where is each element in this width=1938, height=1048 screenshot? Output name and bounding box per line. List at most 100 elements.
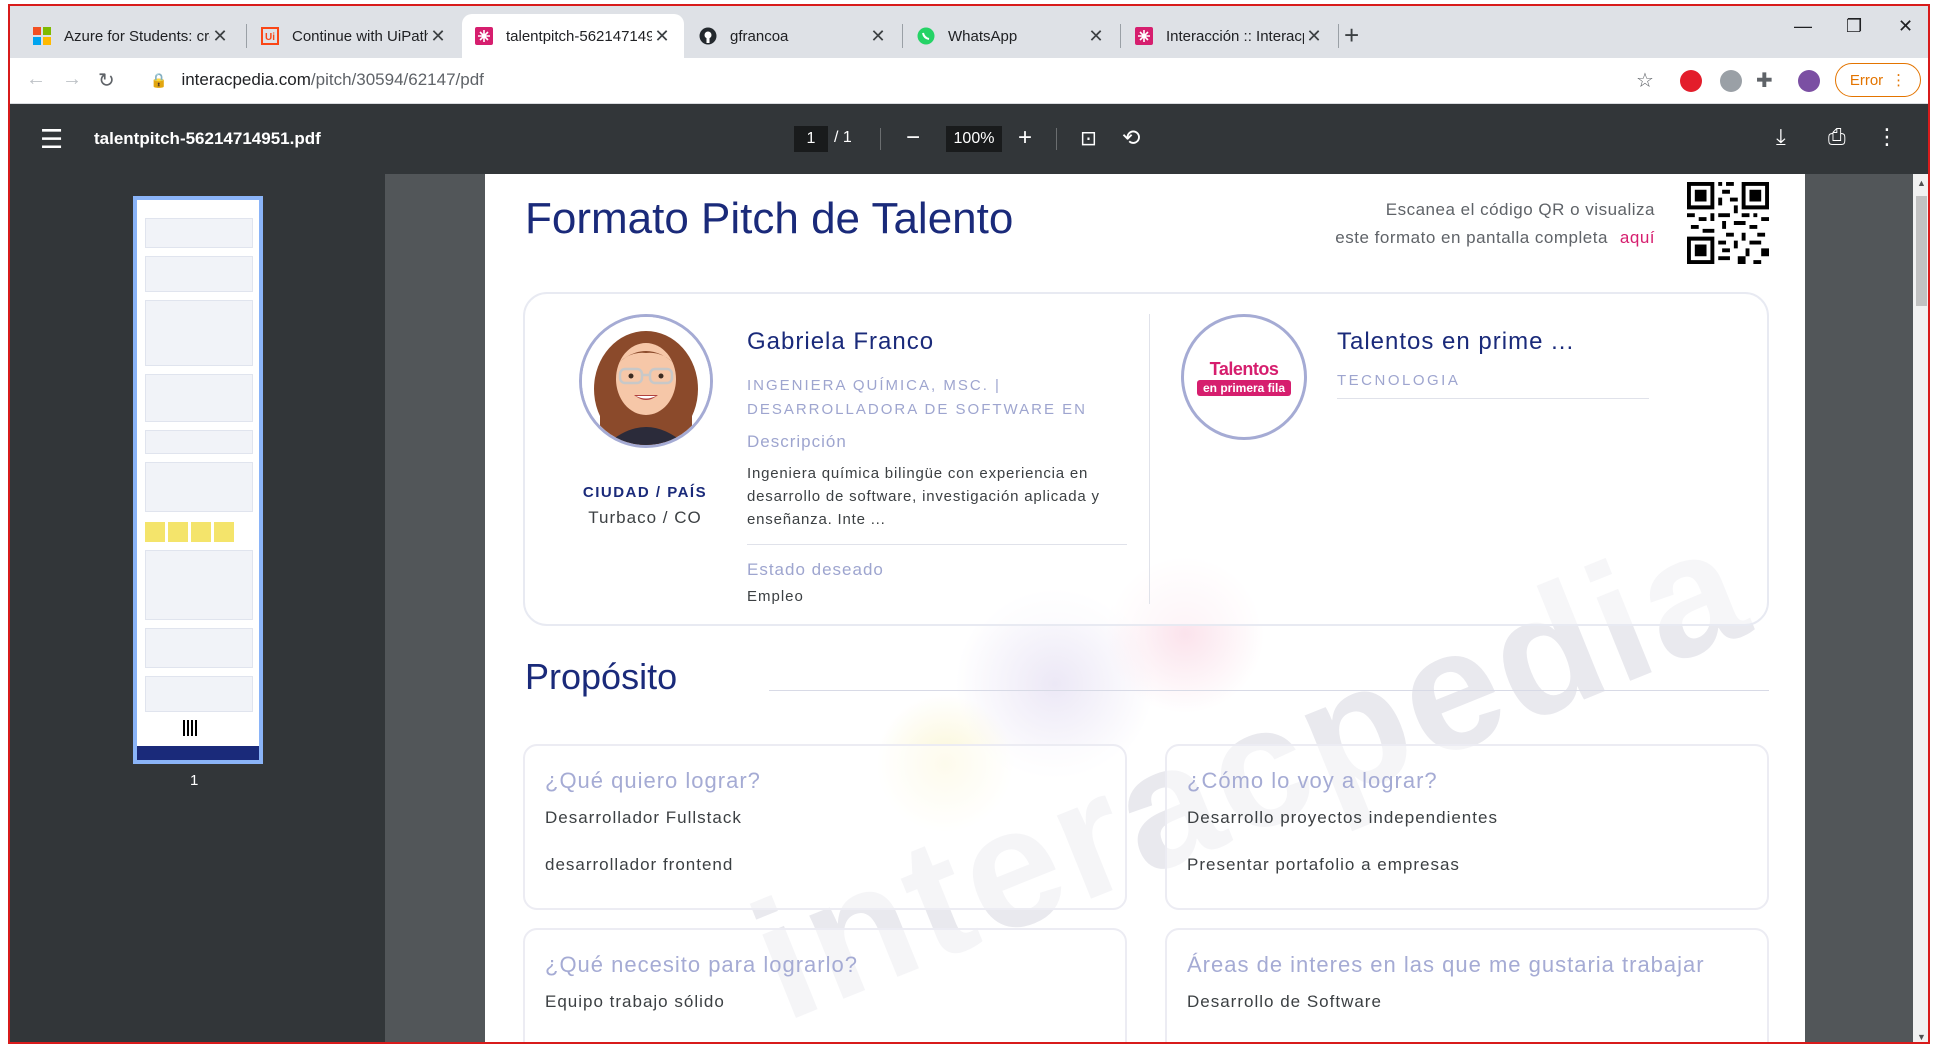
page-thumbnail[interactable] <box>133 196 263 764</box>
card-value: Desarrollador Fullstack <box>545 808 742 827</box>
pdf-toolbar: ☰ talentpitch-56214714951.pdf 1 / 1 − 10… <box>10 104 1928 174</box>
tab-title: Azure for Students: crédito d <box>64 27 210 45</box>
city-value: Turbaco / CO <box>588 508 702 527</box>
tab-interacpedia[interactable]: Interacción :: Interacpedia ✕ <box>1122 14 1336 58</box>
svg-text:Ui: Ui <box>265 32 275 43</box>
thumb-block <box>145 628 253 668</box>
zoom-out-icon[interactable]: − <box>906 124 920 152</box>
toolbar-divider <box>1056 128 1057 150</box>
extensions-puzzle-icon[interactable]: ✚ <box>1756 68 1773 93</box>
print-icon[interactable]: ⎙ <box>1828 124 1846 150</box>
divider <box>1337 398 1649 399</box>
close-tab-icon[interactable]: ✕ <box>652 26 672 47</box>
purpose-heading: Propósito <box>525 656 678 697</box>
rotate-icon[interactable]: ⟲ <box>1122 125 1140 151</box>
lock-icon: 🔒 <box>150 71 168 88</box>
tab-whatsapp[interactable]: WhatsApp ✕ <box>904 14 1118 58</box>
needs-card: ¿Qué necesito para lograrlo? Equipo trab… <box>523 928 1127 1042</box>
reload-icon[interactable]: ↻ <box>98 68 115 93</box>
interests-card: Áreas de interes en las que me gustaria … <box>1165 928 1769 1042</box>
interacpedia-icon <box>474 26 494 46</box>
pdf-viewer[interactable]: interacpedia Formato Pitch de Talento Es… <box>385 174 1915 1042</box>
profile-card: CIUDAD / PAÍS Turbaco / CO Gabriela Fran… <box>523 292 1769 626</box>
whatsapp-icon <box>916 26 936 46</box>
hamburger-menu-icon[interactable]: ☰ <box>40 124 63 155</box>
bookmark-star-icon[interactable]: ☆ <box>1636 68 1654 93</box>
close-tab-icon[interactable]: ✕ <box>428 26 448 47</box>
tab-uipath[interactable]: Ui Continue with UiPath ✕ <box>248 14 460 58</box>
more-options-icon[interactable]: ⋮ <box>1876 124 1898 150</box>
tab-title: Continue with UiPath <box>292 27 428 45</box>
card-value: Desarrollo proyectos independientes <box>1187 808 1498 827</box>
close-tab-icon[interactable]: ✕ <box>868 26 888 47</box>
state-value: Empleo <box>747 588 804 605</box>
back-icon[interactable]: ← <box>26 68 46 91</box>
card-title: ¿Qué necesito para lograrlo? <box>545 952 858 977</box>
thumb-sticky <box>214 522 234 542</box>
vertical-scrollbar[interactable]: ▲ ▼ <box>1913 174 1928 1042</box>
tab-strip: Azure for Students: crédito d ✕ Ui Conti… <box>10 6 1928 58</box>
kebab-menu-icon: ⋮ <box>1891 72 1907 89</box>
close-tab-icon[interactable]: ✕ <box>210 26 230 47</box>
page-total: / 1 <box>834 129 852 146</box>
card-value: desarrollador frontend <box>545 855 734 874</box>
logo-line1: Talentos <box>1209 358 1279 379</box>
fullscreen-link[interactable]: aquí <box>1620 228 1655 247</box>
thumb-block <box>145 374 253 422</box>
scrollbar-thumb[interactable] <box>1916 196 1927 306</box>
description-label: Descripción <box>747 432 847 451</box>
thumbnail-page-number: 1 <box>190 772 199 789</box>
organization-logo: Talentos en primera fila <box>1181 314 1307 440</box>
scroll-down-icon[interactable]: ▼ <box>1917 1032 1926 1042</box>
zoom-input[interactable]: 100% <box>946 126 1002 152</box>
tab-title: gfrancoa <box>730 27 789 45</box>
close-window-icon[interactable]: ✕ <box>1898 16 1913 37</box>
new-tab-icon[interactable]: + <box>1344 20 1359 51</box>
thumb-sticky <box>191 522 211 542</box>
github-icon <box>698 26 718 46</box>
close-tab-icon[interactable]: ✕ <box>1086 26 1106 47</box>
restore-icon[interactable]: ❐ <box>1846 16 1862 37</box>
tab-github[interactable]: gfrancoa ✕ <box>686 14 900 58</box>
tab-azure[interactable]: Azure for Students: crédito d ✕ <box>20 14 242 58</box>
thumb-sticky <box>145 522 165 542</box>
thumb-block <box>145 430 253 454</box>
minimize-icon[interactable]: — <box>1794 16 1812 37</box>
close-tab-icon[interactable]: ✕ <box>1304 26 1324 47</box>
scroll-up-icon[interactable]: ▲ <box>1917 178 1926 188</box>
opera-icon[interactable] <box>1680 70 1702 92</box>
pdf-page: interacpedia Formato Pitch de Talento Es… <box>485 174 1805 1042</box>
organization-area: TECNOLOGIA <box>1337 372 1461 389</box>
download-icon[interactable]: ⤓ <box>1776 124 1786 150</box>
thumb-footer <box>137 746 259 760</box>
tab-title: talentpitch-56214714951.pdf <box>506 27 652 45</box>
profile-profession: INGENIERA QUÍMICA, MSC. | DESARROLLADORA… <box>747 377 1087 418</box>
tab-talentpitch-pdf[interactable]: talentpitch-56214714951.pdf ✕ <box>462 14 684 58</box>
profile-avatar[interactable] <box>1798 70 1820 92</box>
error-button[interactable]: Error ⋮ <box>1835 63 1921 97</box>
tab-divider <box>246 24 247 48</box>
browser-window: Azure for Students: crédito d ✕ Ui Conti… <box>8 4 1930 1044</box>
thumb-qr <box>183 720 199 736</box>
card-title: ¿Qué quiero lograr? <box>545 768 761 793</box>
vertical-divider <box>1149 314 1150 604</box>
card-value: Presentar portafolio a empresas <box>1187 855 1460 874</box>
card-value: Desarrollo de Software <box>1187 992 1382 1011</box>
thumb-sticky <box>168 522 188 542</box>
logo-line2: en primera fila <box>1196 379 1292 396</box>
divider <box>747 544 1127 545</box>
profile-description: Ingeniera química bilingüe con experienc… <box>747 465 1100 528</box>
address-bar[interactable]: 🔒 interacpedia.com/pitch/30594/62147/pdf <box>150 62 1650 98</box>
fit-page-icon[interactable]: ⊡ <box>1080 126 1097 151</box>
state-label: Estado deseado <box>747 560 884 579</box>
qr-text-line1: Escanea el código QR o visualiza <box>1385 200 1655 219</box>
zoom-in-icon[interactable]: + <box>1018 124 1032 152</box>
goal-card: ¿Qué quiero lograr? Desarrollador Fullst… <box>523 744 1127 910</box>
forward-icon[interactable]: → <box>62 68 82 91</box>
qr-text-line2: este formato en pantalla completa <box>1335 228 1608 247</box>
tab-title: WhatsApp <box>948 27 1018 45</box>
extension-circle-icon[interactable] <box>1720 70 1742 92</box>
tab-divider <box>1120 24 1121 48</box>
toolbar-divider <box>880 128 881 150</box>
page-number-input[interactable]: 1 <box>794 126 828 152</box>
